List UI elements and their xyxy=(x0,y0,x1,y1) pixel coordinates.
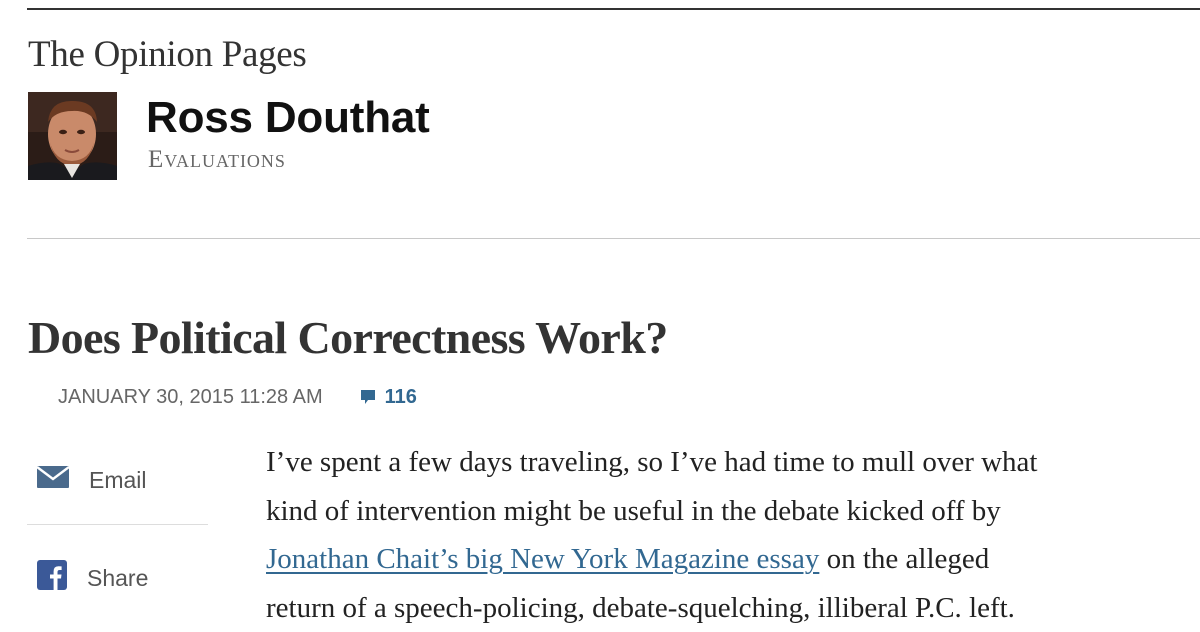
facebook-icon xyxy=(37,560,67,596)
section-title[interactable]: The Opinion Pages xyxy=(28,36,307,73)
share-label: Share xyxy=(87,565,148,592)
article-body: I’ve spent a few days traveling, so I’ve… xyxy=(266,438,1196,632)
comment-count: 116 xyxy=(385,386,417,409)
article-headline: Does Political Correctness Work? xyxy=(28,315,668,361)
chait-essay-link[interactable]: Jonathan Chait’s big New York Magazine e… xyxy=(266,543,819,575)
facebook-share-button[interactable]: Share xyxy=(37,560,148,596)
email-share-button[interactable]: Email xyxy=(37,466,147,494)
body-line: kind of intervention might be useful in … xyxy=(266,487,1196,536)
comments-link[interactable]: 116 xyxy=(360,386,417,409)
share-divider xyxy=(27,524,208,525)
article-meta: JANUARY 30, 2015 11:28 AM 116 xyxy=(58,385,417,409)
body-line: return of a speech-policing, debate-sque… xyxy=(266,584,1196,632)
author-avatar xyxy=(28,92,117,180)
body-line: I’ve spent a few days traveling, so I’ve… xyxy=(266,438,1196,487)
author-name[interactable]: Ross Douthat xyxy=(146,96,430,140)
blog-name[interactable]: Evaluations xyxy=(148,147,286,172)
article-timestamp: JANUARY 30, 2015 11:28 AM xyxy=(58,386,323,409)
top-rule xyxy=(27,8,1200,10)
body-line: Jonathan Chait’s big New York Magazine e… xyxy=(266,535,1196,584)
body-line-text: on the alleged xyxy=(819,543,989,575)
email-label: Email xyxy=(89,467,147,494)
envelope-icon xyxy=(37,466,69,494)
speech-bubble-icon xyxy=(360,389,376,405)
header-divider xyxy=(27,238,1200,239)
